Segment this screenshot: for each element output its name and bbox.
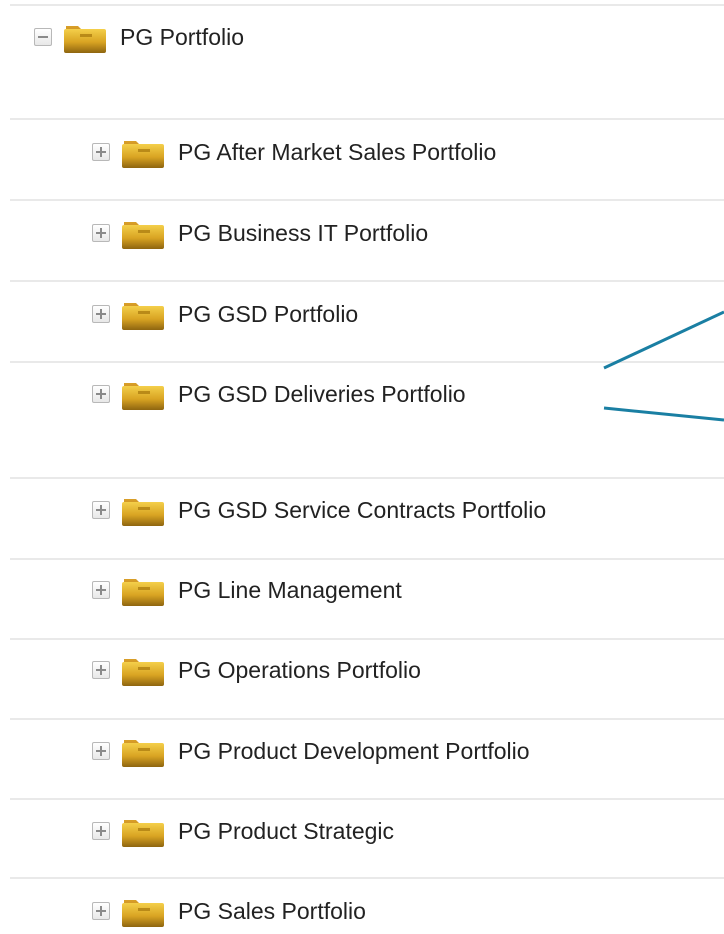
row-separator bbox=[10, 558, 724, 560]
folder-icon bbox=[122, 222, 164, 249]
tree-node-child-0[interactable]: PG After Market Sales Portfolio bbox=[92, 130, 496, 174]
folder-icon bbox=[122, 141, 164, 168]
collapse-icon[interactable] bbox=[34, 28, 52, 46]
expand-icon[interactable] bbox=[92, 143, 110, 161]
row-separator bbox=[10, 280, 724, 282]
tree-node-label: PG After Market Sales Portfolio bbox=[178, 138, 497, 165]
tree-node-label: PG Line Management bbox=[178, 576, 402, 603]
folder-icon bbox=[122, 499, 164, 526]
row-separator bbox=[10, 361, 724, 363]
tree-node-child-1[interactable]: PG Business IT Portfolio bbox=[92, 211, 428, 255]
folder-icon bbox=[122, 303, 164, 330]
tree-node-child-8[interactable]: PG Product Strategic bbox=[92, 809, 394, 853]
tree-node-child-2[interactable]: PG GSD Portfolio bbox=[92, 292, 358, 336]
folder-icon bbox=[122, 383, 164, 410]
portfolio-tree: PG Portfolio PG After Market Sales Portf… bbox=[0, 0, 724, 934]
annotation-line-lower bbox=[603, 406, 724, 422]
tree-node-child-7[interactable]: PG Product Development Portfolio bbox=[92, 729, 530, 773]
tree-node-child-6[interactable]: PG Operations Portfolio bbox=[92, 648, 421, 692]
row-separator bbox=[10, 477, 724, 479]
tree-node-root[interactable]: PG Portfolio bbox=[34, 15, 244, 59]
tree-node-child-3[interactable]: PG GSD Deliveries Portfolio bbox=[92, 372, 466, 416]
tree-node-child-9[interactable]: PG Sales Portfolio bbox=[92, 889, 366, 933]
expand-icon[interactable] bbox=[92, 742, 110, 760]
tree-node-label: PG Product Strategic bbox=[178, 817, 395, 844]
tree-node-label: PG Operations Portfolio bbox=[178, 656, 421, 683]
row-separator bbox=[10, 798, 724, 800]
tree-node-label: PG Portfolio bbox=[120, 23, 244, 50]
folder-icon bbox=[122, 820, 164, 847]
expand-icon[interactable] bbox=[92, 822, 110, 840]
folder-icon bbox=[122, 659, 164, 686]
row-separator bbox=[10, 4, 724, 6]
row-separator bbox=[10, 118, 724, 120]
expand-icon[interactable] bbox=[92, 385, 110, 403]
tree-node-child-5[interactable]: PG Line Management bbox=[92, 568, 402, 612]
row-separator bbox=[10, 199, 724, 201]
row-separator bbox=[10, 638, 724, 640]
expand-icon[interactable] bbox=[92, 661, 110, 679]
tree-node-child-4[interactable]: PG GSD Service Contracts Portfolio bbox=[92, 488, 546, 532]
expand-icon[interactable] bbox=[92, 501, 110, 519]
tree-node-label: PG Business IT Portfolio bbox=[178, 219, 429, 246]
folder-icon bbox=[122, 900, 164, 927]
tree-node-label: PG GSD Service Contracts Portfolio bbox=[178, 496, 547, 523]
tree-node-label: PG Sales Portfolio bbox=[178, 897, 366, 924]
tree-node-label: PG GSD Portfolio bbox=[178, 300, 359, 327]
tree-node-label: PG Product Development Portfolio bbox=[178, 737, 530, 764]
expand-icon[interactable] bbox=[92, 305, 110, 323]
expand-icon[interactable] bbox=[92, 581, 110, 599]
expand-icon[interactable] bbox=[92, 902, 110, 920]
folder-icon bbox=[122, 579, 164, 606]
tree-node-label: PG GSD Deliveries Portfolio bbox=[178, 380, 466, 407]
annotation-line-upper bbox=[603, 310, 724, 370]
folder-icon bbox=[64, 26, 106, 53]
row-separator bbox=[10, 877, 724, 879]
folder-icon bbox=[122, 740, 164, 767]
row-separator bbox=[10, 718, 724, 720]
expand-icon[interactable] bbox=[92, 224, 110, 242]
